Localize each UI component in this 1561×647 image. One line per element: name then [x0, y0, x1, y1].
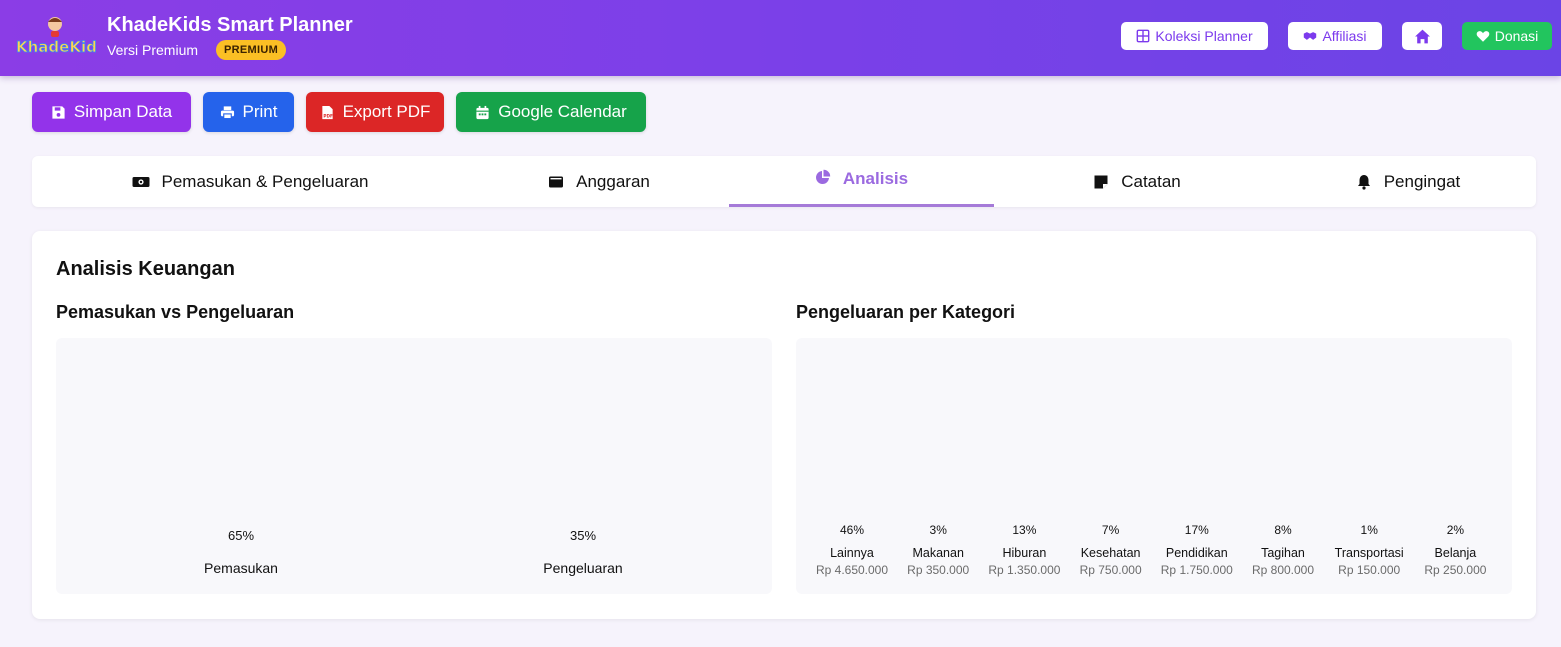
expense-by-category-title: Pengeluaran per Kategori	[796, 302, 1016, 322]
category-amount-label: Rp 150.000	[1338, 563, 1401, 577]
income-vs-expense-chart: 65% Pemasukan 35% Pengeluaran	[56, 338, 772, 594]
category-value-label: 17%	[1184, 523, 1209, 537]
category-value-label: 1%	[1360, 523, 1378, 537]
simpan-data-button[interactable]: Simpan Data	[32, 92, 191, 132]
wallet-icon	[549, 176, 564, 187]
category-amount-label: Rp 1.750.000	[1160, 563, 1233, 577]
category-value-label: 3%	[929, 523, 947, 537]
category-amount-label: Rp 4.650.000	[815, 563, 889, 577]
premium-badge: PREMIUM	[216, 40, 287, 60]
svg-text:KhadeKids: KhadeKids	[16, 38, 96, 56]
export-pdf-button[interactable]: PDF Export PDF	[306, 92, 444, 132]
bar-category-label: Pengeluaran	[543, 560, 623, 576]
tab-pengingat[interactable]: Pengingat	[1280, 156, 1536, 207]
income-vs-expense-title: Pemasukan vs Pengeluaran	[56, 302, 295, 322]
category-name-label: Tagihan	[1261, 546, 1305, 560]
print-label: Print	[242, 102, 278, 121]
heart-icon	[1476, 31, 1490, 42]
affiliasi-label: Affiliasi	[1322, 28, 1367, 44]
grid-icon	[1136, 29, 1150, 43]
bar-value-label: 65%	[227, 528, 255, 543]
tab-label: Pengingat	[1383, 171, 1461, 191]
tab-analisis[interactable]: Analisis	[729, 156, 994, 207]
analysis-card: Analisis Keuangan Pemasukan vs Pengeluar…	[32, 231, 1536, 619]
pie-chart-icon	[815, 169, 831, 184]
category-value-label: 13%	[1012, 523, 1037, 537]
money-icon	[132, 176, 149, 187]
tab-label: Anggaran	[576, 171, 650, 191]
tab-label: Analisis	[842, 169, 909, 188]
note-icon	[1094, 175, 1108, 188]
pdf-file-icon: PDF	[321, 105, 333, 119]
simpan-data-label: Simpan Data	[73, 102, 173, 121]
home-icon	[1414, 29, 1430, 43]
tab-bar: Pemasukan & Pengeluaran Anggaran Analisi…	[32, 156, 1536, 207]
category-name-label: Hiburan	[1002, 546, 1047, 560]
print-button[interactable]: Print	[203, 92, 294, 132]
category-name-label: Lainnya	[830, 546, 874, 560]
svg-text:PDF: PDF	[323, 113, 333, 118]
app-subtitle: Versi Premium	[107, 42, 199, 58]
google-calendar-label: Google Calendar	[498, 102, 627, 121]
category-value-label: 7%	[1101, 523, 1120, 537]
koleksi-planner-button[interactable]: Koleksi Planner	[1121, 22, 1268, 50]
category-value-label: 2%	[1446, 523, 1465, 537]
category-amount-label: Rp 250.000	[1424, 563, 1487, 577]
bar-category-label: Pemasukan	[204, 560, 278, 576]
koleksi-planner-label: Koleksi Planner	[1155, 28, 1253, 44]
category-name-label: Pendidikan	[1165, 546, 1228, 560]
donasi-button[interactable]: Donasi	[1462, 22, 1552, 50]
category-name-label: Makanan	[912, 546, 964, 560]
khadekids-logo[interactable]: KhadeKids	[14, 14, 96, 58]
category-name-label: Kesehatan	[1080, 546, 1141, 560]
category-amount-label: Rp 750.000	[1079, 563, 1142, 577]
category-name-label: Belanja	[1434, 546, 1477, 560]
printer-icon	[220, 105, 234, 119]
handshake-icon	[1304, 32, 1317, 40]
category-value-label: 8%	[1274, 523, 1292, 537]
affiliasi-button[interactable]: Affiliasi	[1288, 22, 1382, 50]
tab-pemasukan-pengeluaran[interactable]: Pemasukan & Pengeluaran	[32, 156, 468, 207]
app-title: KhadeKids Smart Planner	[107, 14, 353, 36]
tab-catatan[interactable]: Catatan	[994, 156, 1280, 207]
category-name-label: Transportasi	[1334, 546, 1404, 560]
donasi-label: Donasi	[1494, 28, 1539, 44]
category-amount-label: Rp 350.000	[907, 563, 970, 577]
tab-label: Pemasukan & Pengeluaran	[161, 171, 369, 191]
bell-icon	[1357, 174, 1370, 190]
category-amount-label: Rp 800.000	[1251, 563, 1315, 577]
analysis-title: Analisis Keuangan	[56, 258, 235, 280]
expense-by-category-chart: 46% Lainnya Rp 4.650.000 3% Makanan Rp 350.00…	[796, 338, 1512, 594]
save-icon	[52, 105, 65, 119]
tab-label: Catatan	[1121, 171, 1181, 191]
app-header: KhadeKids KhadeKids Smart Planner Versi …	[0, 0, 1561, 76]
tab-anggaran[interactable]: Anggaran	[468, 156, 730, 207]
export-pdf-label: Export PDF	[342, 102, 431, 121]
google-calendar-button[interactable]: Google Calendar	[456, 92, 646, 132]
category-amount-label: Rp 1.350.000	[988, 563, 1061, 577]
category-value-label: 46%	[839, 523, 865, 537]
calendar-icon	[476, 105, 489, 119]
home-button[interactable]	[1402, 22, 1442, 50]
bar-value-label: 35%	[569, 528, 597, 543]
